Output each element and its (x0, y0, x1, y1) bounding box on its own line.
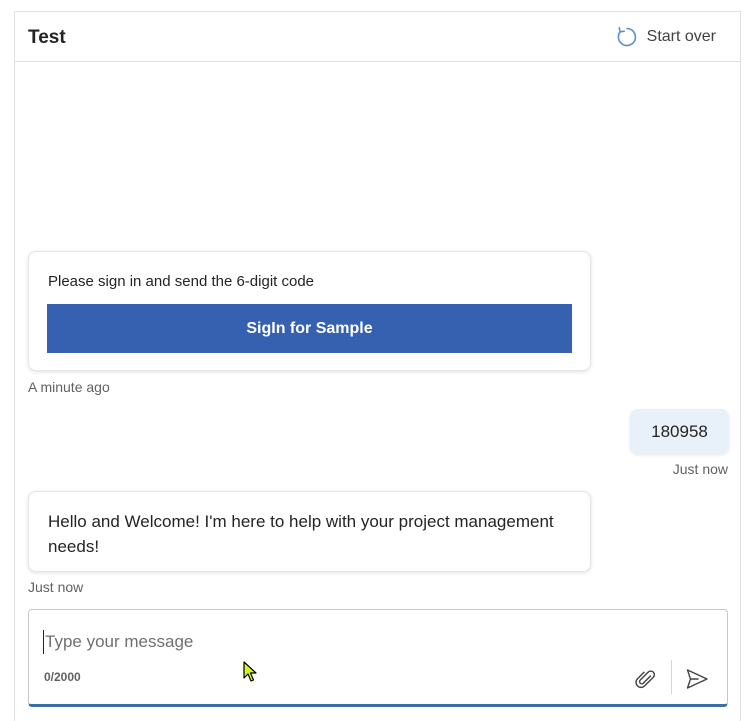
message-composer: 0/2000 (28, 609, 728, 707)
chat-panel: Test Start over Please sign in and send … (14, 11, 741, 721)
chat-title: Test (28, 27, 66, 48)
send-icon (686, 669, 708, 689)
bot-signin-card: Please sign in and send the 6-digit code… (28, 251, 591, 371)
chat-header: Test Start over (15, 12, 740, 62)
send-button[interactable] (684, 666, 710, 692)
start-over-label: Start over (646, 28, 716, 45)
attach-button[interactable] (633, 666, 659, 692)
message-input[interactable] (43, 630, 603, 654)
user-message-bubble: 180958 (630, 409, 729, 454)
paperclip-icon (635, 670, 656, 689)
composer-divider (671, 660, 672, 694)
message-timestamp: Just now (28, 579, 84, 595)
character-counter: 0/2000 (44, 670, 81, 684)
message-timestamp: A minute ago (28, 379, 110, 395)
signin-button[interactable]: SigIn for Sample (47, 304, 572, 353)
mouse-cursor-icon (243, 661, 257, 682)
bot-message-text: Hello and Welcome! I'm here to help with… (48, 512, 554, 556)
refresh-icon (617, 27, 636, 47)
signin-prompt-text: Please sign in and send the 6-digit code (48, 273, 315, 290)
message-timestamp: Just now (672, 461, 728, 477)
bot-message-card: Hello and Welcome! I'm here to help with… (28, 491, 591, 572)
start-over-button[interactable]: Start over (616, 24, 716, 50)
